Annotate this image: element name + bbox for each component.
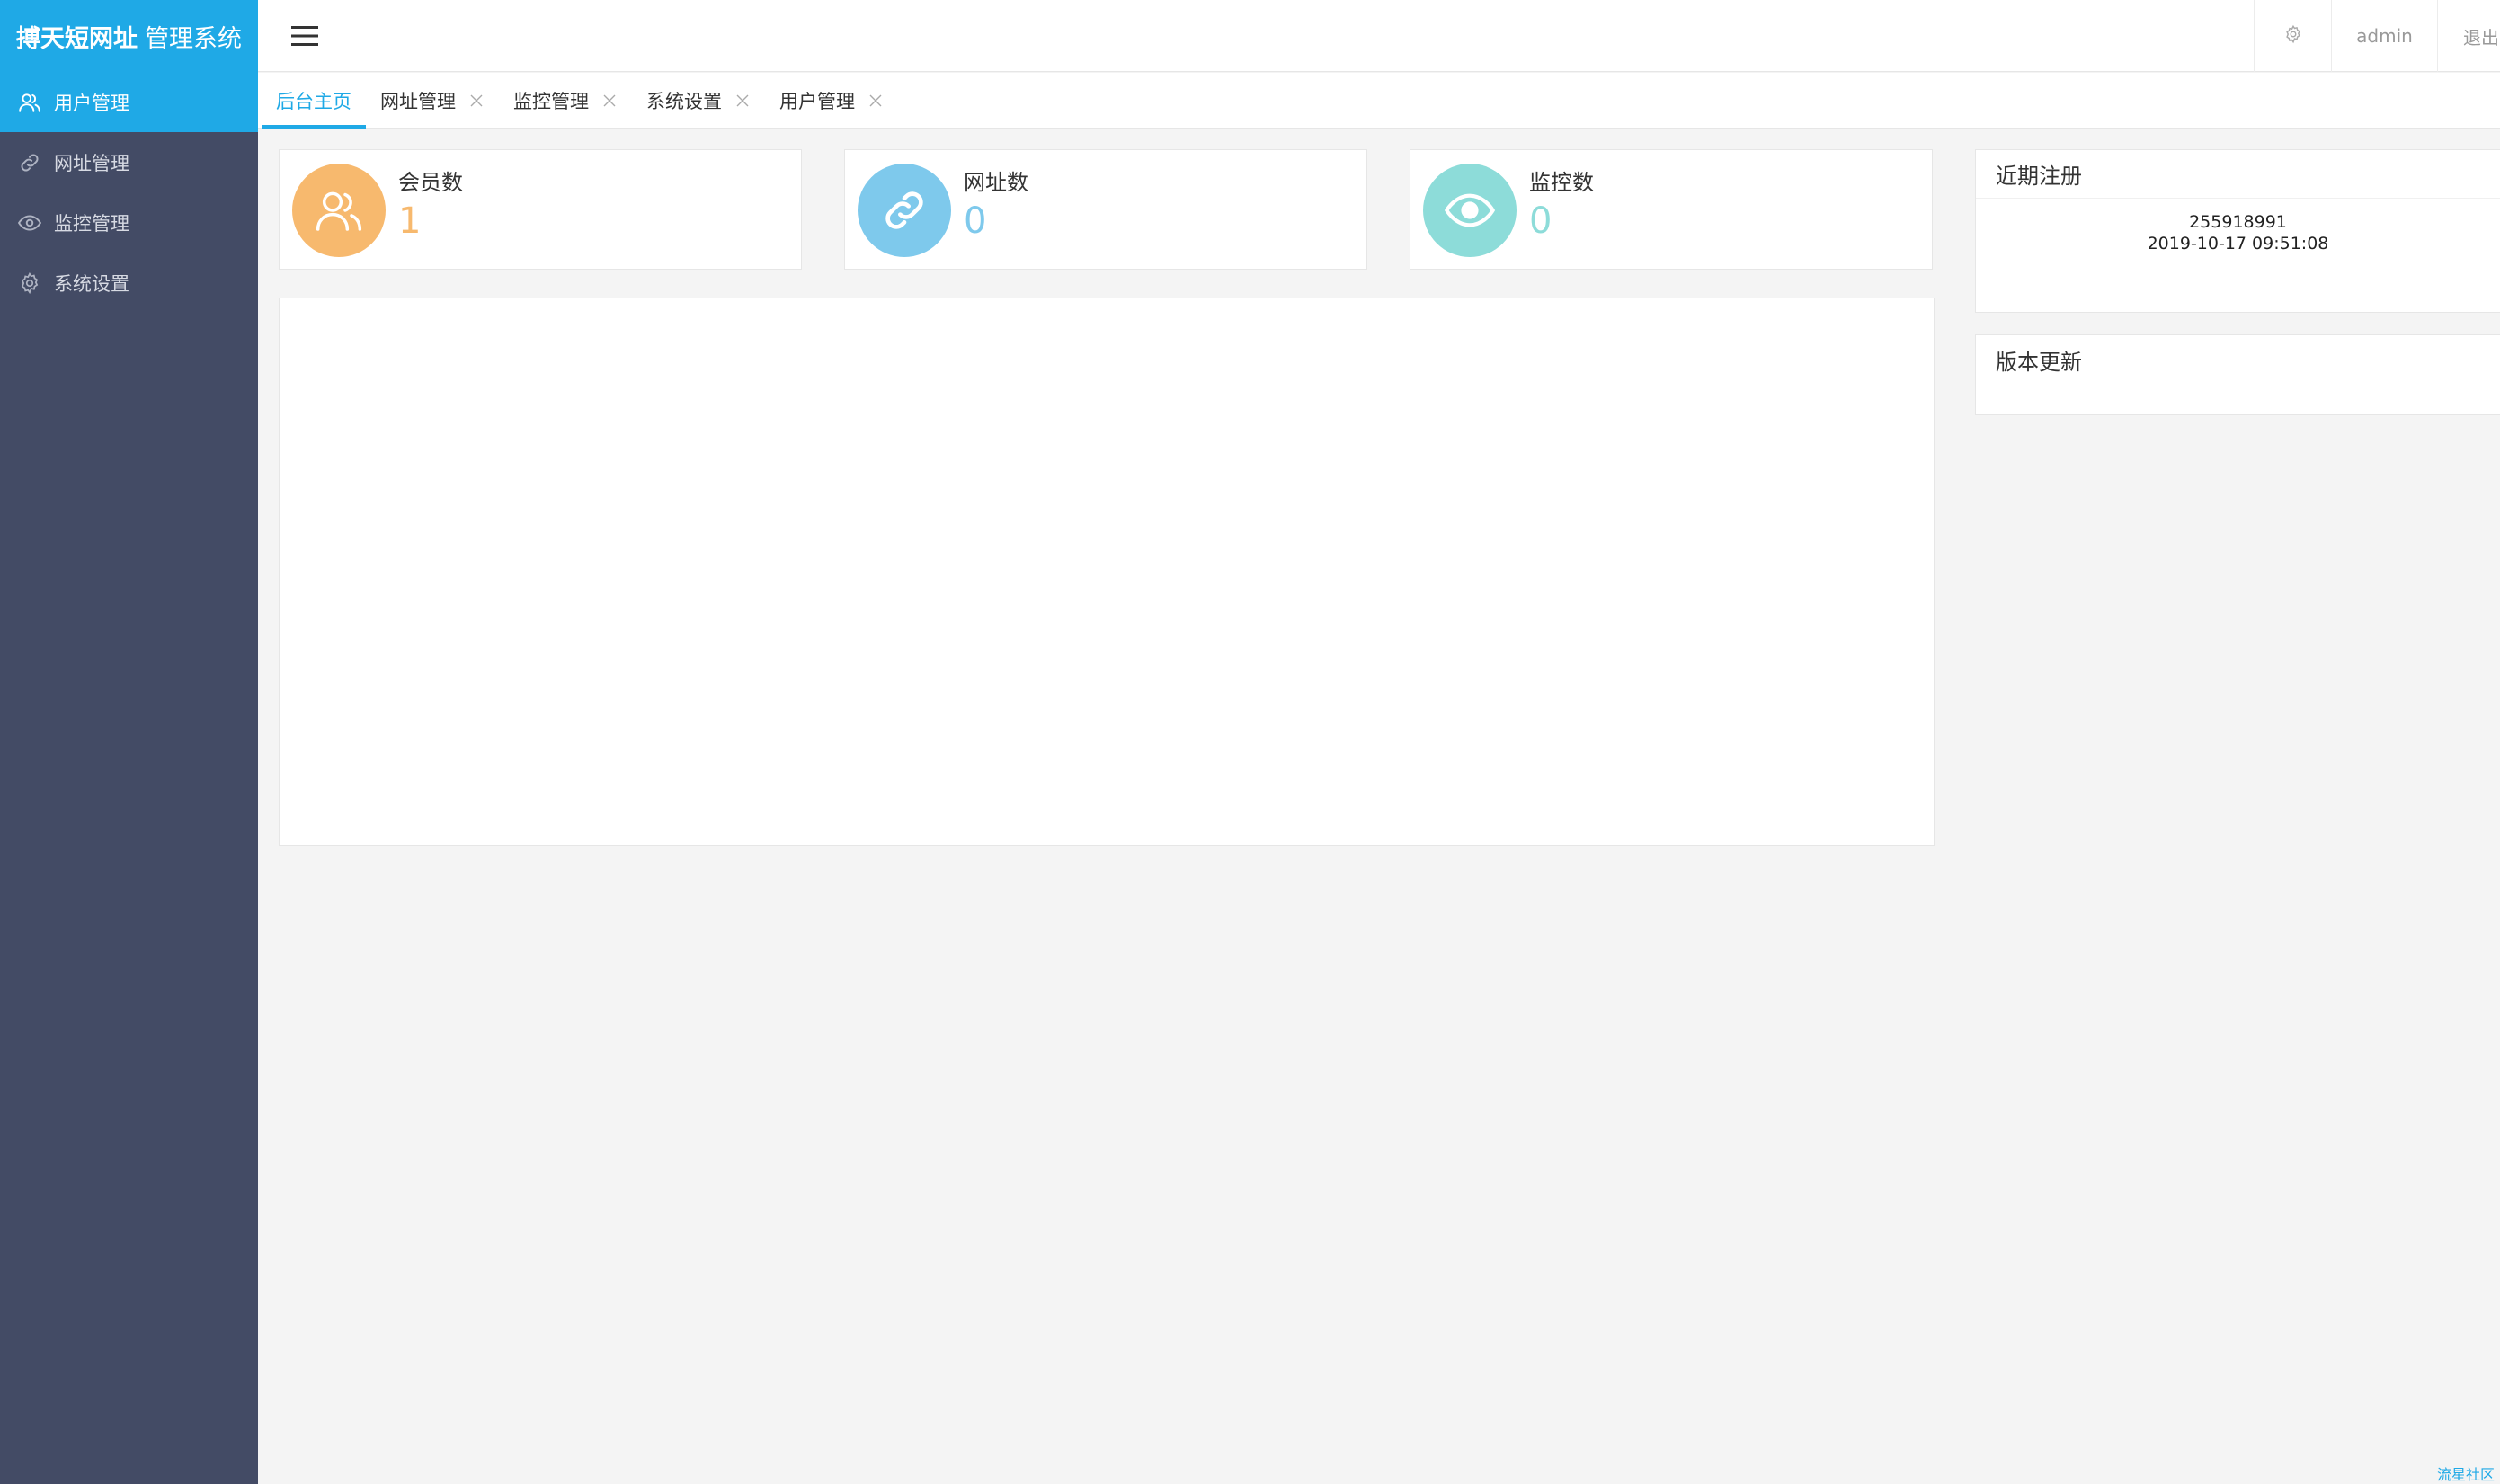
close-icon[interactable] <box>734 93 751 109</box>
panel-title: 版本更新 <box>1996 349 2082 375</box>
stat-card-monitors: 监控数 0 <box>1410 149 1933 270</box>
footer-link[interactable]: 流星社区 <box>2437 1462 2500 1484</box>
tab-settings[interactable]: 系统设置 <box>632 73 765 128</box>
tab-urls[interactable]: 网址管理 <box>366 73 499 128</box>
app-suffix: 管理系统 <box>145 24 242 53</box>
hamburger-icon[interactable] <box>285 16 325 56</box>
sidebar-item-label: 网址管理 <box>54 152 129 174</box>
sidebar-item-settings[interactable]: 系统设置 <box>0 253 258 313</box>
app-brand: 搏天短网址 <box>16 24 138 53</box>
eye-icon <box>1423 164 1517 257</box>
close-icon[interactable] <box>867 93 884 109</box>
tab-users[interactable]: 用户管理 <box>765 73 898 128</box>
gear-icon <box>16 270 43 297</box>
stat-label: 监控数 <box>1529 170 1594 195</box>
tab-bar: 后台主页 网址管理 监控管理 系统设置 用户管理 <box>258 73 2500 129</box>
settings-button[interactable] <box>2254 0 2331 72</box>
eye-icon <box>16 209 43 236</box>
tab-monitor[interactable]: 监控管理 <box>499 73 632 128</box>
users-icon <box>16 89 43 116</box>
tab-label: 监控管理 <box>513 90 589 112</box>
stat-value: 0 <box>964 200 987 242</box>
close-icon[interactable] <box>601 93 618 109</box>
gear-icon <box>2283 24 2303 49</box>
sidebar-item-label: 监控管理 <box>54 212 129 235</box>
top-header: admin 退出 <box>258 0 2500 72</box>
sidebar-item-monitor[interactable]: 监控管理 <box>0 192 258 253</box>
stat-label: 网址数 <box>964 170 1028 195</box>
header-actions: admin 退出 <box>2254 0 2500 72</box>
logout-button[interactable]: 退出 <box>2437 0 2500 72</box>
tab-label: 系统设置 <box>646 90 722 112</box>
list-item: 255918991 2019-10-17 09:51:08 <box>1976 199 2500 254</box>
stat-card-urls: 网址数 0 <box>844 149 1367 270</box>
sidebar: 搏天短网址 管理系统 用户管理 网址管理 监控管理 系统设置 <box>0 0 258 1484</box>
app-logo[interactable]: 搏天短网址 管理系统 <box>0 0 258 72</box>
sidebar-item-label: 用户管理 <box>54 92 129 114</box>
registered-user: 255918991 <box>2189 212 2287 232</box>
tab-label: 后台主页 <box>276 90 351 112</box>
stat-card-members: 会员数 1 <box>279 149 802 270</box>
sidebar-item-users[interactable]: 用户管理 <box>0 72 258 132</box>
link-icon <box>858 164 951 257</box>
version-update-panel: 版本更新 <box>1975 334 2500 415</box>
stat-value: 0 <box>1529 200 1552 242</box>
link-icon <box>16 149 43 176</box>
stat-value: 1 <box>398 200 422 242</box>
sidebar-item-urls[interactable]: 网址管理 <box>0 132 258 192</box>
sidebar-item-label: 系统设置 <box>54 272 129 295</box>
registered-time: 2019-10-17 09:51:08 <box>2147 234 2329 253</box>
recent-registrations-panel: 近期注册 255918991 2019-10-17 09:51:08 <box>1975 149 2500 313</box>
tab-label: 用户管理 <box>779 90 855 112</box>
tab-label: 网址管理 <box>380 90 456 112</box>
users-icon <box>292 164 386 257</box>
panel-title: 近期注册 <box>1976 150 2500 199</box>
tab-home[interactable]: 后台主页 <box>262 73 366 129</box>
stat-label: 会员数 <box>398 170 463 195</box>
close-icon[interactable] <box>468 93 485 109</box>
user-menu[interactable]: admin <box>2331 0 2437 72</box>
main-chart-panel <box>279 298 1935 846</box>
